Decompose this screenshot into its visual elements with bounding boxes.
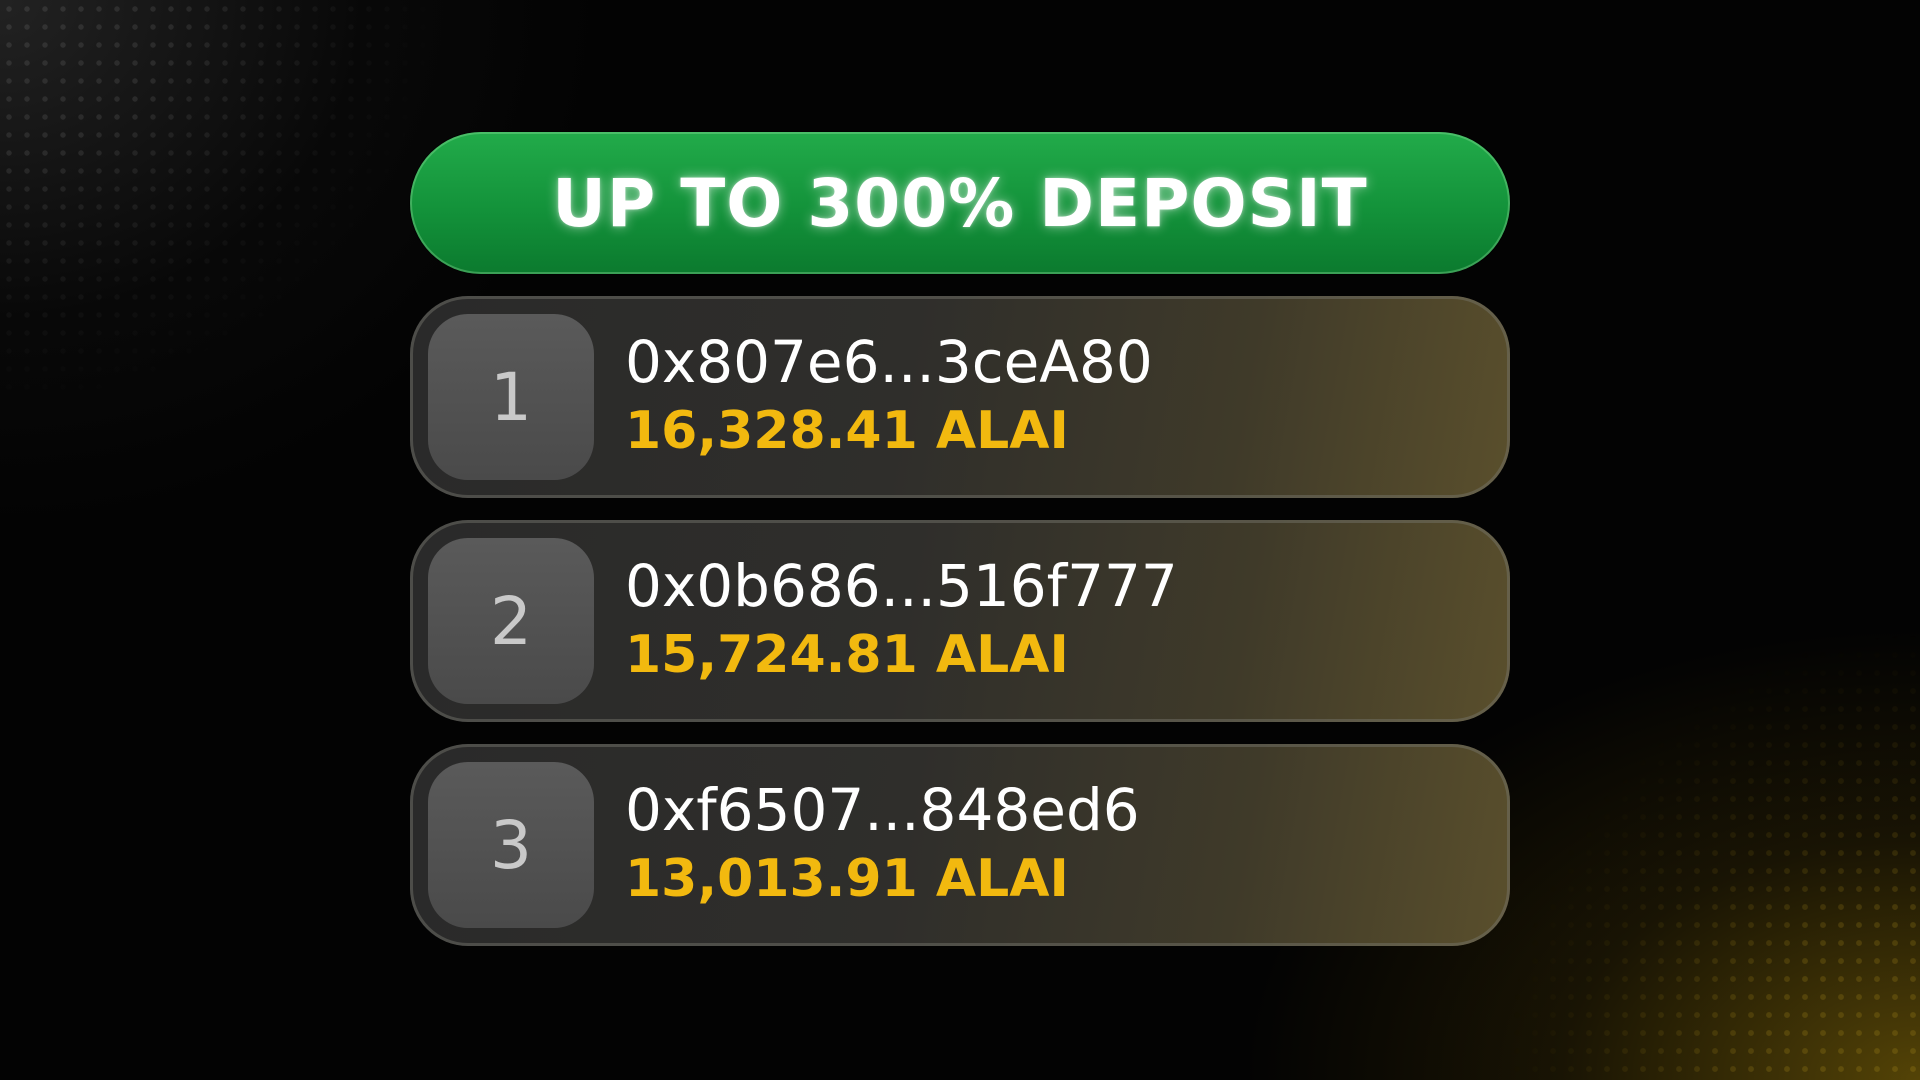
leaderboard-row: 1 0x807e6...3ceA80 16,328.41 ALAI [410,296,1510,498]
deposit-amount: 13,013.91 ALAI [625,849,1069,909]
deposit-amount: 15,724.81 ALAI [625,625,1069,685]
rank-badge: 1 [428,314,594,480]
leaderboard-row: 2 0x0b686...516f777 15,724.81 ALAI [410,520,1510,722]
deposit-banner: UP TO 300% DEPOSIT [410,132,1510,274]
wallet-address: 0x807e6...3ceA80 [625,328,1153,396]
rank-badge: 2 [428,538,594,704]
deposit-amount: 16,328.41 ALAI [625,401,1069,461]
leaderboard-row: 3 0xf6507...848ed6 13,013.91 ALAI [410,744,1510,946]
wallet-address: 0xf6507...848ed6 [625,776,1140,844]
banner-title: UP TO 300% DEPOSIT [552,164,1368,242]
promo-stage: UP TO 300% DEPOSIT 1 0x807e6...3ceA80 16… [0,0,1920,1080]
wallet-address: 0x0b686...516f777 [625,552,1178,620]
rank-badge: 3 [428,762,594,928]
